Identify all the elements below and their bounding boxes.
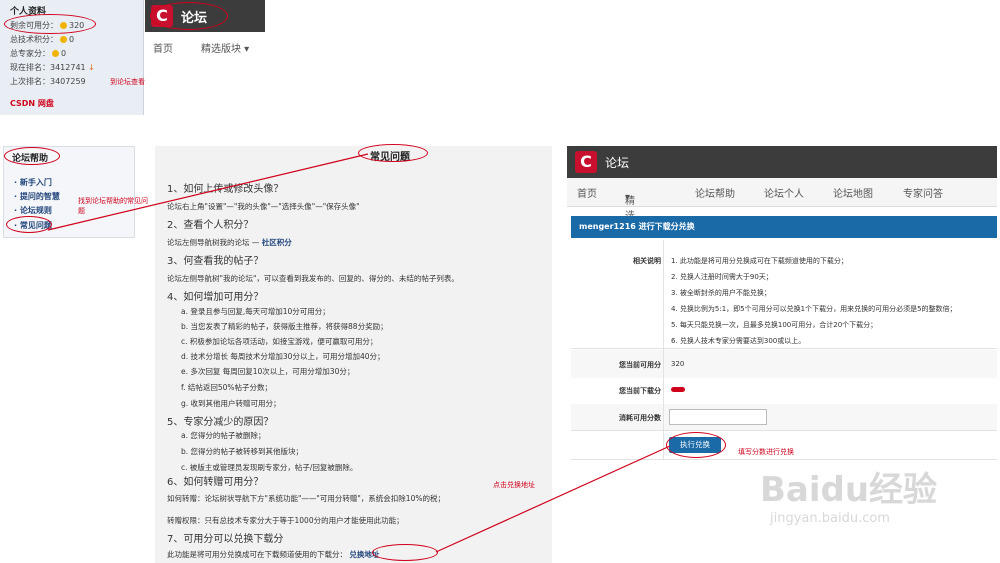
baidu-watermark: Baidu经验 jingyan.baidu.com <box>760 462 937 526</box>
annotation-line <box>435 445 671 553</box>
annotation-line <box>47 153 369 231</box>
baidu-logo: Baidu经验 <box>760 470 938 510</box>
baidu-url: jingyan.baidu.com <box>770 511 890 526</box>
